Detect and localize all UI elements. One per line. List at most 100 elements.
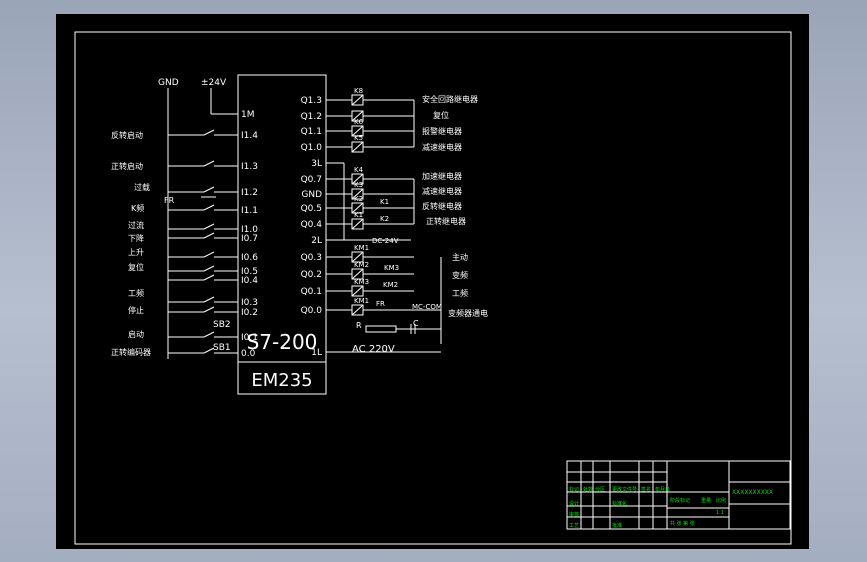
sb2-label: SB2 (213, 320, 231, 330)
output-label: 变频 (452, 270, 468, 280)
coil-label: K3 (354, 181, 363, 189)
input-circuits: 1MI1.4反转启动I1.3正转启动I1.2过载I1.1K频I1.0过流I0.7… (111, 88, 258, 359)
v24-label: ±24V (201, 78, 227, 88)
input-label: 正转编码器 (111, 347, 151, 357)
input-terminal-label: 1M (241, 110, 255, 120)
input-terminal-label: 0.0 (241, 349, 256, 359)
input-terminal-label: I0.6 (241, 253, 258, 263)
switch-contact (203, 306, 215, 313)
output-label: 报警继电器 (422, 126, 462, 136)
title-block-cell: 审核 (569, 511, 579, 518)
input-label: 下降 (128, 233, 144, 243)
output-label: 变频器通电 (448, 308, 488, 318)
output-terminal-label: Q1.2 (301, 112, 322, 122)
switch-contact (203, 186, 215, 193)
sheets-label: 共 张 第 张 (670, 520, 695, 527)
input-terminal-label: I0.7 (241, 234, 258, 244)
coil-label: K1 (354, 211, 363, 219)
ac-220v-label: AC 220V (352, 344, 395, 355)
output-terminal-label: Q0.7 (301, 175, 322, 185)
title-block-cell: 设计 (569, 500, 579, 507)
output-terminal-label: 1L (311, 348, 322, 358)
output-terminal-label: Q0.5 (301, 204, 322, 214)
switch-contact (203, 251, 215, 258)
output-terminal-label: Q0.2 (301, 270, 322, 280)
switch-contact (203, 129, 215, 136)
input-terminal-label: I0.4 (241, 276, 258, 286)
output-circuits: Q1.3 K8 Q1.2 Q1.1 K6 Q1.0 K5 3L Q0.7 K4 GND K3 Q0.5 K… (301, 87, 488, 358)
title-block-cell: 标准化 (612, 500, 627, 507)
coil-label: K4 (354, 166, 364, 174)
km3-contact-label: KM3 (384, 264, 399, 272)
wiring-diagram: S7-200EM235GND ±24V 1MI1.4反转启动I1.3正转启动I1.… (74, 31, 792, 545)
coil-label: KM1 (354, 244, 369, 252)
switch-contact (203, 204, 215, 211)
switch-contact (203, 160, 215, 167)
output-label: 安全回路继电器 (422, 94, 478, 104)
stage-mark-label: 阶段标记 (670, 497, 690, 504)
input-label: 工频 (128, 288, 144, 298)
output-terminal-label: Q1.1 (301, 127, 322, 137)
fr-output-label: FR (376, 300, 385, 308)
coil-diagonal (351, 218, 364, 230)
scale-value: 1:1 (716, 510, 724, 516)
k1-contact-label: K1 (380, 198, 389, 206)
fr-input-label: FR (164, 196, 175, 205)
output-label: 加速继电器 (422, 171, 462, 181)
switch-contact (203, 274, 215, 281)
coil-label: K6 (354, 118, 364, 126)
resistor-body (365, 325, 397, 333)
output-terminal-label: GND (301, 190, 322, 200)
coil-label: K8 (354, 87, 363, 95)
input-terminal-label: I0.2 (241, 308, 258, 318)
title-block-cell: 签名 (641, 486, 651, 493)
input-terminal-label: I0.1 (241, 333, 258, 343)
input-label: 启动 (128, 329, 144, 339)
coil-label: KM3 (354, 278, 369, 286)
coil-diagonal (351, 285, 364, 297)
module-name-label: EM235 (251, 370, 312, 391)
coil-label: KM2 (354, 261, 369, 269)
output-terminal-label: Q0.4 (301, 220, 323, 230)
switch-contact (203, 265, 215, 272)
output-terminal-label: Q1.3 (301, 96, 322, 106)
coil-diagonal (351, 304, 364, 316)
output-label: 减速继电器 (422, 186, 462, 196)
output-terminal-label: 2L (311, 236, 322, 246)
coil-diagonal (351, 94, 364, 106)
inner-border (74, 31, 792, 545)
drawing-frame (74, 31, 792, 545)
input-terminal-label: I1.1 (241, 206, 258, 216)
output-label: 复位 (433, 110, 449, 120)
weight-label: 重量 (701, 497, 711, 504)
title-block-cell: 处数 (583, 486, 593, 493)
capacitor-label: C (413, 319, 419, 328)
input-terminal-label: I1.3 (241, 162, 258, 172)
coil-label: K2 (354, 195, 363, 203)
input-label: K频 (131, 203, 144, 213)
switch-contact (203, 232, 215, 239)
coil-label: K5 (354, 134, 363, 142)
switch-contact (203, 331, 215, 338)
coil-diagonal (351, 141, 364, 153)
scale-label: 比例 (716, 497, 726, 504)
input-label: 过流 (128, 220, 144, 230)
output-terminal-label: Q0.1 (301, 287, 322, 297)
title-block-cell: 工艺 (569, 523, 579, 529)
output-label: 工频 (452, 288, 468, 298)
title-block-cell: 更改文件号 (612, 486, 637, 493)
dc-24v-label: DC-24V (372, 237, 399, 245)
input-terminal-label: I1.4 (241, 131, 258, 141)
output-terminal-label: Q1.0 (301, 143, 323, 153)
title-block-cell: 标记 (569, 486, 579, 493)
input-label: 正转启动 (111, 161, 143, 171)
input-label: 上升 (128, 248, 144, 257)
input-label: 过载 (134, 182, 150, 192)
title-block-cell: 批准 (612, 522, 622, 529)
title-block-cell: 分区 (595, 486, 605, 493)
switch-contact (203, 223, 215, 230)
coil-label: KM1 (354, 297, 369, 305)
output-terminal-label: 3L (311, 159, 322, 169)
resistor-label: R (356, 321, 362, 330)
km2-contact-label: KM2 (383, 281, 398, 289)
